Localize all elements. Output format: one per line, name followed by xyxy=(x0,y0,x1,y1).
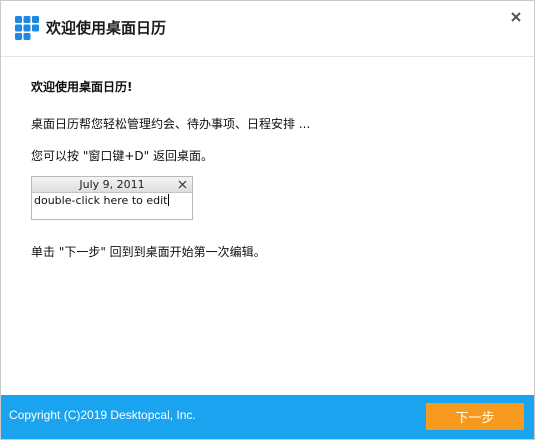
close-button[interactable] xyxy=(506,7,526,27)
calendar-grid-icon xyxy=(15,16,39,40)
next-button[interactable]: 下一步 xyxy=(426,403,524,430)
note-header: July 9, 2011 xyxy=(32,177,192,193)
footer-bar: Copyright (C)2019 Desktopcal, Inc. 下一步 xyxy=(1,395,534,439)
welcome-dialog: 欢迎使用桌面日历 欢迎使用桌面日历! 桌面日历帮您轻松管理约会、待办事项、日程安… xyxy=(0,0,535,440)
window-title: 欢迎使用桌面日历 xyxy=(46,19,167,37)
note-text: double-click here to edit xyxy=(34,194,168,207)
intro-text: 桌面日历帮您轻松管理约会、待办事项、日程安排 ... xyxy=(31,117,311,131)
title-bar: 欢迎使用桌面日历 xyxy=(1,1,534,57)
shortcut-hint: 您可以按 "窗口键+D" 返回桌面。 xyxy=(31,149,213,163)
note-date: July 9, 2011 xyxy=(79,178,145,191)
note-edit-area[interactable]: double-click here to edit xyxy=(34,194,170,208)
copyright-text: Copyright (C)2019 Desktopcal, Inc. xyxy=(9,408,196,422)
text-caret xyxy=(168,194,170,206)
welcome-heading: 欢迎使用桌面日历! xyxy=(31,80,133,94)
sample-note[interactable]: July 9, 2011 double-click here to edit xyxy=(31,176,193,220)
note-close-icon[interactable] xyxy=(177,179,188,190)
close-icon xyxy=(511,12,521,22)
next-instruction: 单击 "下一步" 回到到桌面开始第一次编辑。 xyxy=(31,245,266,259)
